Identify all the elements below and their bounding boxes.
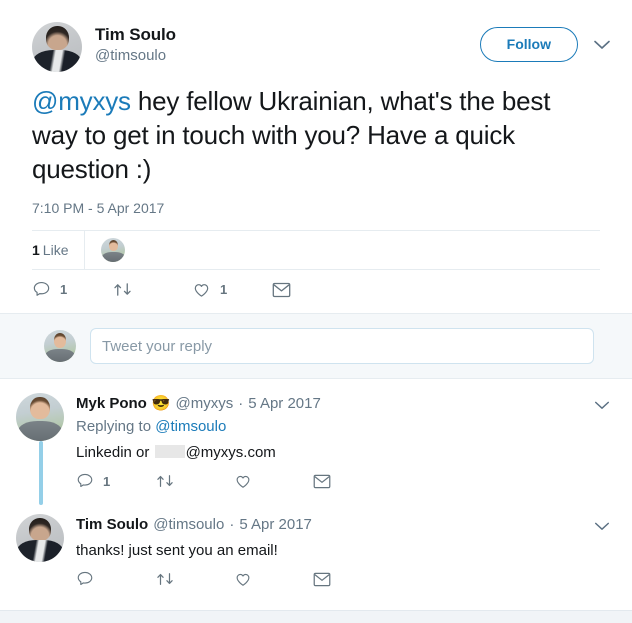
retweet-icon — [157, 573, 173, 585]
heart-icon — [194, 284, 209, 297]
envelope-icon — [313, 572, 331, 586]
reply-author-handle[interactable]: @myxys — [176, 394, 234, 414]
tweet-timestamp[interactable]: 7:10 PM - 5 Apr 2017 — [16, 186, 616, 230]
retweet-icon — [157, 475, 173, 487]
envelope-icon — [272, 282, 291, 297]
dm-action[interactable] — [272, 282, 352, 298]
mention-link[interactable]: @myxys — [32, 86, 131, 116]
chevron-down-icon[interactable] — [594, 518, 610, 536]
page-bottom-strip — [0, 610, 632, 623]
reply-action[interactable] — [76, 570, 155, 588]
like-count: 1 — [220, 282, 228, 297]
retweet-action[interactable] — [155, 570, 234, 588]
retweet-action[interactable] — [112, 280, 192, 299]
reply-input[interactable] — [90, 328, 594, 364]
reply-count: 1 — [60, 282, 68, 297]
reply-item: Myk Pono 😎 @myxys · 5 Apr 2017 Replying … — [0, 379, 632, 505]
reply-action[interactable]: 1 — [32, 280, 112, 299]
reply-body: Tim Soulo @timsoulo · 5 Apr 2017 thanks!… — [76, 514, 616, 592]
reply-composer — [0, 313, 632, 379]
tweet-text: @myxys hey fellow Ukrainian, what's the … — [16, 72, 616, 186]
liker-avatars — [85, 238, 126, 262]
envelope-icon — [313, 474, 331, 488]
replying-to: Replying to @timsoulo — [76, 417, 616, 437]
reply-author-name[interactable]: Tim Soulo — [76, 515, 148, 535]
reply-item: Tim Soulo @timsoulo · 5 Apr 2017 thanks!… — [0, 500, 632, 598]
tweet-header: Tim Soulo @timsoulo Follow — [16, 22, 616, 72]
tweet-actions: 1 1 — [16, 270, 616, 313]
reply-date[interactable]: 5 Apr 2017 — [248, 394, 321, 414]
liker-avatar[interactable] — [101, 238, 126, 262]
reply-text-after: @myxys.com — [185, 444, 276, 461]
dm-action[interactable] — [313, 474, 392, 489]
reply-date[interactable]: 5 Apr 2017 — [239, 515, 312, 535]
reply-body: Myk Pono 😎 @myxys · 5 Apr 2017 Replying … — [76, 393, 616, 494]
thread-connector — [39, 441, 43, 505]
author-block[interactable]: Tim Soulo @timsoulo — [95, 22, 480, 66]
retweet-action[interactable] — [155, 472, 234, 490]
separator-dot: · — [229, 516, 235, 533]
reply-icon — [77, 473, 93, 488]
likes-count-value: 1 — [32, 242, 40, 258]
follow-button[interactable]: Follow — [479, 27, 578, 62]
like-action[interactable] — [234, 570, 313, 588]
redaction-block — [154, 445, 185, 458]
composer-avatar[interactable] — [44, 330, 76, 362]
likes-count-label: Like — [42, 242, 69, 258]
engagement-bar: 1 Like — [32, 230, 600, 270]
main-tweet: Tim Soulo @timsoulo Follow @myxys hey fe… — [0, 0, 632, 313]
reply-text: thanks! just sent you an email! — [76, 541, 616, 561]
avatar[interactable] — [32, 22, 82, 72]
reply-actions: 1 — [76, 472, 616, 490]
author-display-name[interactable]: Tim Soulo — [95, 24, 480, 45]
tweet-detail-page: Tim Soulo @timsoulo Follow @myxys hey fe… — [0, 0, 632, 623]
author-handle[interactable]: @timsoulo — [95, 46, 480, 66]
retweet-icon — [114, 283, 131, 296]
reply-icon — [33, 281, 50, 296]
chevron-down-icon[interactable] — [594, 397, 610, 415]
reply-icon — [77, 571, 93, 586]
reply-author-handle[interactable]: @timsoulo — [153, 515, 224, 535]
reply-header: Tim Soulo @timsoulo · 5 Apr 2017 — [76, 515, 616, 535]
likes-stat[interactable]: 1 Like — [32, 231, 86, 269]
sunglasses-emoji-icon: 😎 — [151, 395, 171, 412]
avatar[interactable] — [16, 393, 64, 441]
replying-to-prefix: Replying to — [76, 418, 156, 435]
heart-icon — [236, 573, 250, 586]
separator-dot: · — [238, 395, 244, 412]
reply-action[interactable]: 1 — [76, 472, 155, 490]
reply-count: 1 — [103, 473, 111, 489]
like-action[interactable] — [234, 472, 313, 490]
replying-to-mention[interactable]: @timsoulo — [155, 418, 226, 435]
chevron-down-icon[interactable] — [592, 35, 612, 55]
reply-text-before: thanks! just sent you an email! — [76, 542, 278, 559]
reply-header: Myk Pono 😎 @myxys · 5 Apr 2017 — [76, 394, 616, 414]
dm-action[interactable] — [313, 572, 392, 587]
reply-text-before: Linkedin or — [76, 444, 154, 461]
heart-icon — [236, 475, 250, 488]
reply-author-name[interactable]: Myk Pono — [76, 394, 147, 414]
follow-controls: Follow — [479, 22, 612, 62]
avatar[interactable] — [16, 514, 64, 562]
reply-actions — [76, 570, 616, 588]
like-action[interactable]: 1 — [192, 280, 272, 299]
reply-text: Linkedin or @myxys.com — [76, 443, 616, 463]
